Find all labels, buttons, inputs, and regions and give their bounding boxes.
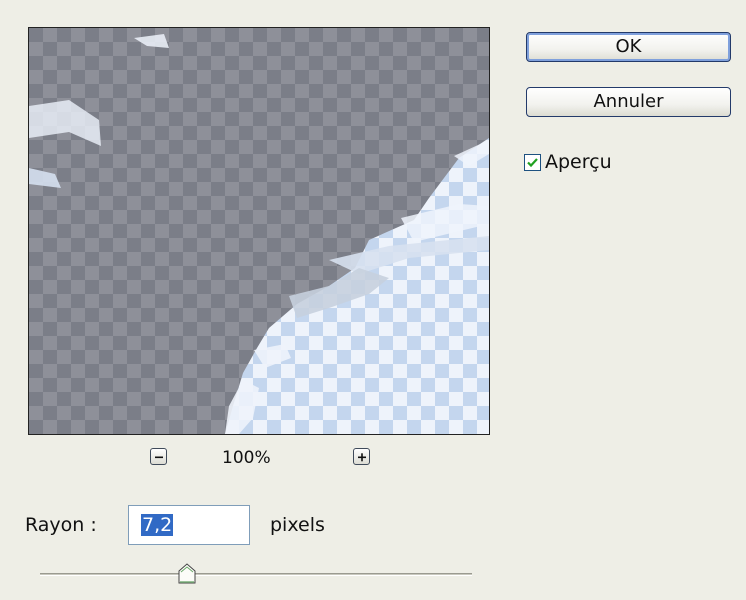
radius-label: Rayon : [25,514,97,536]
zoom-out-button[interactable] [150,448,167,465]
plus-icon [358,453,366,462]
cancel-button[interactable]: Annuler [526,87,731,117]
filter-preview[interactable] [28,27,490,435]
radius-value: 7,2 [141,514,174,536]
zoom-in-button[interactable] [353,448,370,465]
preview-label: Aperçu [545,151,612,173]
preview-checkbox[interactable] [524,153,541,171]
zoom-level: 100% [222,448,271,468]
radius-slider-track[interactable] [40,573,472,576]
preview-toggle[interactable]: Aperçu [524,151,612,173]
radius-unit: pixels [270,514,325,536]
checkmark-icon [527,157,538,167]
ok-button[interactable]: OK [526,32,731,62]
preview-image [29,28,489,434]
minus-icon [155,456,163,459]
radius-input[interactable]: 7,2 [128,505,250,545]
radius-slider-thumb[interactable] [177,563,197,585]
